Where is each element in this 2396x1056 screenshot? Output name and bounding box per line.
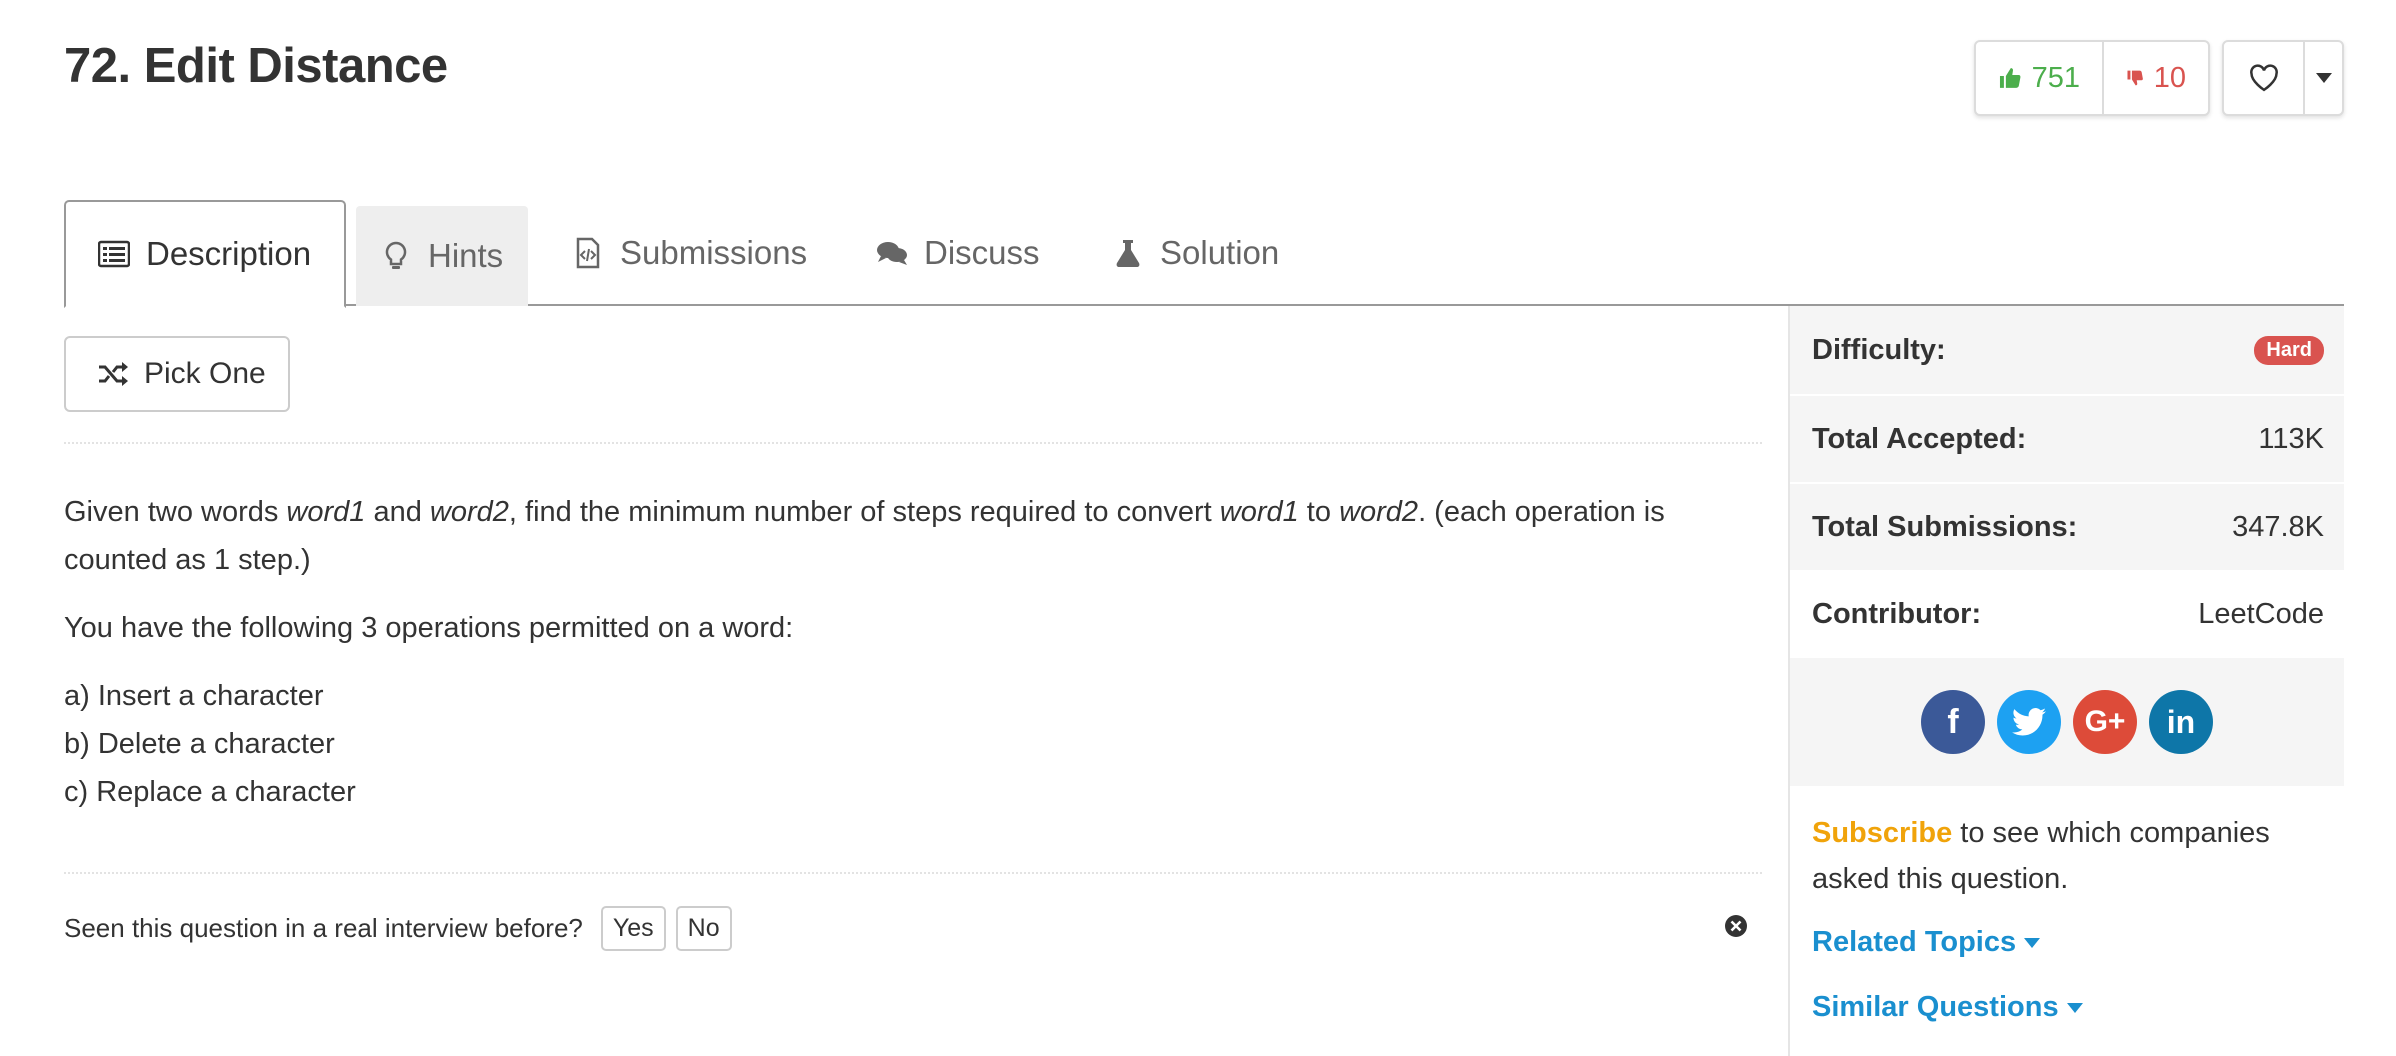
tab-label: Description [146, 235, 312, 272]
divider [64, 442, 1762, 444]
heart-icon [2249, 64, 2278, 92]
subscribe-note: Subscribe to see which companies asked t… [1790, 786, 2344, 902]
interview-prompt: Seen this question in a real interview b… [64, 906, 732, 951]
difficulty-label: Difficulty: [1812, 333, 1946, 366]
accepted-value: 113K [2258, 422, 2324, 455]
pick-one-label: Pick One [144, 357, 266, 390]
accepted-label: Total Accepted: [1812, 422, 2027, 455]
operation-item: b) Delete a character [64, 728, 335, 760]
close-icon[interactable] [1724, 914, 1748, 938]
variable-word2: word2 [1339, 496, 1419, 528]
favorite-group [2222, 40, 2344, 116]
similar-questions-label: Similar Questions [1812, 991, 2059, 1023]
tab-label: Submissions [620, 234, 808, 271]
subscribe-link[interactable]: Subscribe [1812, 817, 1952, 849]
related-topics-label: Related Topics [1812, 926, 2017, 958]
page-title: 72. Edit Distance [64, 39, 448, 93]
text-segment: to [1298, 496, 1340, 528]
upvote-button[interactable]: 751 [1976, 42, 2102, 114]
twitter-share-button[interactable] [1997, 690, 2061, 754]
facebook-share-button[interactable]: f [1921, 690, 1985, 754]
variable-word2: word2 [429, 496, 509, 528]
contributor-label: Contributor: [1812, 597, 1982, 630]
variable-word1: word1 [1219, 496, 1299, 528]
linkedin-icon: in [2166, 703, 2196, 740]
tab-discuss[interactable]: Discuss [876, 200, 1040, 306]
problem-page: 72. Edit Distance 751 10 Description Hin… [0, 0, 2396, 1056]
text-segment: Given two words [64, 496, 287, 528]
description-paragraph: You have the following 3 operations perm… [64, 612, 794, 644]
divider [64, 872, 1762, 874]
related-topics-toggle[interactable]: Related Topics [1790, 926, 2344, 959]
difficulty-badge: Hard [2254, 335, 2324, 365]
accepted-row: Total Accepted: 113K [1790, 394, 2344, 482]
comments-icon [877, 242, 907, 265]
problem-info-panel: Difficulty: Hard Total Accepted: 113K To… [1788, 306, 2344, 1056]
share-buttons: f G+ in [1790, 658, 2344, 786]
caret-down-icon [2066, 1002, 2083, 1013]
no-button[interactable]: No [675, 906, 732, 951]
twitter-icon [2012, 708, 2046, 736]
downvote-count: 10 [2153, 61, 2186, 94]
googleplus-share-button[interactable]: G+ [2073, 690, 2137, 754]
facebook-icon: f [1947, 702, 1959, 741]
tab-description[interactable]: Description [64, 200, 346, 308]
contributor-row: Contributor: LeetCode [1790, 570, 2344, 658]
description-paragraph: Given two words word1 and word2, find th… [64, 488, 1764, 584]
similar-questions-toggle[interactable]: Similar Questions [1790, 991, 2344, 1024]
operation-item: a) Insert a character [64, 680, 324, 712]
tab-label: Solution [1160, 234, 1280, 271]
interview-question: Seen this question in a real interview b… [64, 913, 583, 943]
tab-hints[interactable]: Hints [356, 206, 528, 306]
googleplus-icon: G+ [2084, 705, 2126, 738]
difficulty-row: Difficulty: Hard [1790, 306, 2344, 394]
operation-item: c) Replace a character [64, 776, 356, 808]
upvote-count: 751 [2031, 61, 2080, 94]
flask-icon [1116, 240, 1140, 267]
shuffle-icon [99, 362, 128, 386]
problem-tabs: Description Hints Submissions Discuss So… [64, 200, 2344, 308]
variable-word1: word1 [286, 496, 366, 528]
code-file-icon [576, 237, 600, 269]
pick-one-button[interactable]: Pick One [64, 336, 290, 412]
tab-solution[interactable]: Solution [1112, 200, 1279, 306]
contributor-value: LeetCode [2198, 597, 2324, 630]
submissions-label: Total Submissions: [1812, 510, 2078, 543]
tab-label: Discuss [924, 234, 1040, 271]
tab-label: Hints [428, 237, 504, 274]
submissions-row: Total Submissions: 347.8K [1790, 482, 2344, 570]
favorite-dropdown-toggle[interactable] [2303, 42, 2342, 114]
downvote-button[interactable]: 10 [2102, 42, 2208, 114]
favorite-button[interactable] [2224, 42, 2303, 114]
lightbulb-icon [385, 241, 407, 269]
thumbs-up-icon [1999, 68, 2021, 88]
text-segment: , find the minimum number of steps requi… [508, 496, 1220, 528]
thumbs-down-icon [2127, 70, 2143, 86]
linkedin-share-button[interactable]: in [2149, 690, 2213, 754]
list-icon [98, 240, 130, 268]
submissions-value: 347.8K [2232, 510, 2324, 543]
caret-down-icon [2024, 937, 2041, 948]
text-segment: and [365, 496, 430, 528]
caret-down-icon [2315, 73, 2332, 83]
vote-group: 751 10 [1974, 40, 2210, 116]
operations-list: a) Insert a character b) Delete a charac… [64, 672, 1764, 816]
tab-submissions[interactable]: Submissions [572, 200, 807, 306]
yes-button[interactable]: Yes [600, 906, 666, 951]
problem-description: Given two words word1 and word2, find th… [64, 488, 1764, 816]
